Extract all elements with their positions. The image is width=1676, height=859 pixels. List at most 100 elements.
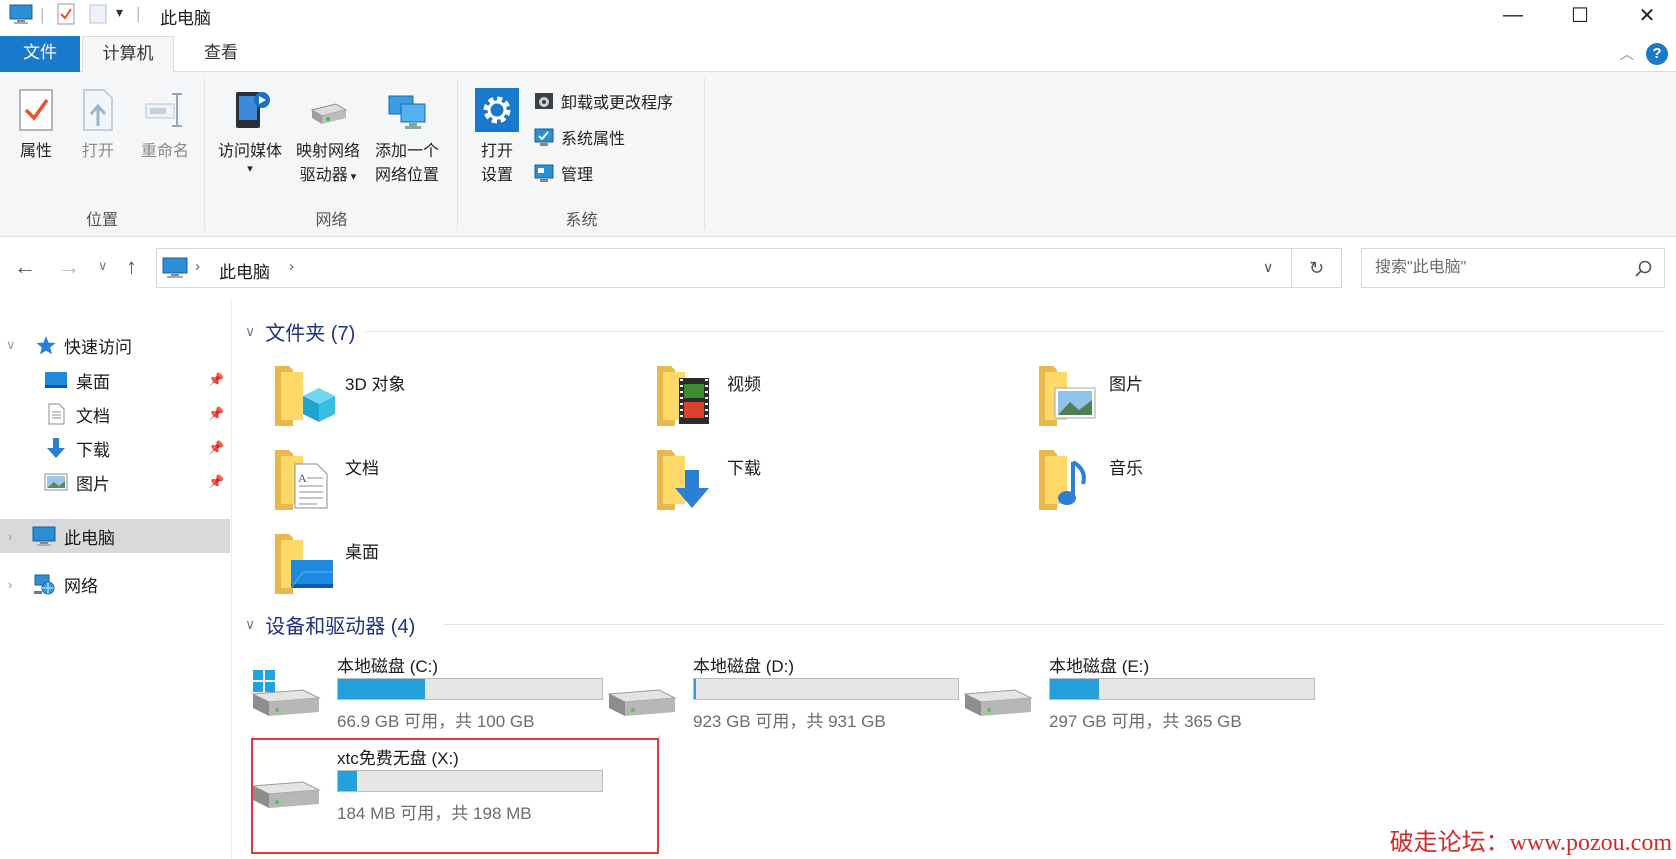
open-button[interactable]: 打开	[72, 86, 124, 164]
drives-section-title: 设备和驱动器 (4)	[265, 615, 416, 638]
minimize-icon: —	[1503, 3, 1523, 26]
drive-space-info: 297 GB 可用，共 365 GB	[1049, 712, 1242, 731]
folder-tile-desktop[interactable]: 桌面	[273, 528, 633, 604]
nav-item-downloads[interactable]: 下载 📌	[0, 431, 230, 465]
folder-tile-pictures[interactable]: 图片	[1037, 360, 1397, 436]
folder-tile-documents[interactable]: A 文档	[273, 444, 633, 520]
folder-label: 文档	[345, 459, 379, 478]
pin-icon[interactable]: 📌	[208, 372, 224, 388]
collapsed-chevron-icon[interactable]: ›	[8, 577, 12, 592]
pin-icon[interactable]: 📌	[208, 440, 224, 456]
folder-tile-music[interactable]: 音乐	[1037, 444, 1397, 520]
collapsed-chevron-icon[interactable]: ›	[8, 529, 12, 544]
rename-button[interactable]: 重命名	[134, 86, 196, 164]
recent-locations-icon[interactable]: ∨	[98, 258, 108, 274]
new-folder-icon[interactable]	[88, 3, 108, 30]
folder-tile-3d-objects[interactable]: 3D 对象	[273, 360, 633, 436]
nav-item-label: 桌面	[76, 372, 110, 392]
nav-this-pc[interactable]: › 此电脑	[0, 519, 230, 553]
quick-access-label: 快速访问	[64, 337, 132, 357]
close-button[interactable]: ✕	[1612, 0, 1676, 30]
folder-tile-downloads[interactable]: 下载	[655, 444, 1015, 520]
search-icon[interactable]	[1634, 259, 1654, 279]
nav-network[interactable]: › 网络	[0, 567, 230, 601]
drive-c[interactable]: 本地磁盘 (C:) 66.9 GB 可用，共 100 GB	[251, 652, 631, 742]
system-properties-button[interactable]: 系统属性	[533, 124, 625, 150]
manage-button[interactable]: 管理	[533, 160, 593, 186]
rename-label: 重命名	[140, 143, 189, 160]
title-bar: | ▾ | 此电脑 — ☐ ✕	[0, 0, 1676, 30]
drive-name: 本地磁盘 (E:)	[1049, 657, 1150, 676]
drive-e[interactable]: 本地磁盘 (E:) 297 GB 可用，共 365 GB	[963, 652, 1343, 742]
download-arrow-icon	[47, 438, 65, 458]
desktop-folder-icon	[275, 534, 333, 594]
drive-d[interactable]: 本地磁盘 (D:) 923 GB 可用，共 931 GB	[607, 652, 987, 742]
folder-label: 音乐	[1109, 459, 1143, 478]
computer-icon	[162, 257, 188, 278]
drive-space-info: 923 GB 可用，共 931 GB	[693, 712, 886, 731]
computer-icon	[32, 526, 56, 546]
downloads-folder-icon	[657, 450, 709, 510]
drive-usage-fill	[338, 679, 426, 699]
properties-button[interactable]: 属性	[10, 86, 62, 164]
navigation-pane: ∨ 快速访问 桌面 📌 文档 📌 下载 📌 图片 📌 › 此电脑 › 网络	[0, 300, 232, 859]
open-settings-button[interactable]: 打开 设置	[471, 86, 523, 188]
forward-arrow-icon[interactable]: →	[58, 254, 80, 280]
chevron-down-icon[interactable]: ∨	[245, 616, 255, 633]
help-button[interactable]: ?	[1646, 43, 1668, 65]
drive-usage-bar	[693, 678, 959, 700]
drives-section-header[interactable]: ∨ 设备和驱动器 (4)	[245, 607, 415, 641]
back-arrow-icon[interactable]: ←	[14, 254, 36, 280]
network-group-label: 网络	[315, 212, 348, 229]
folders-section-header[interactable]: ∨ 文件夹 (7)	[245, 314, 355, 348]
search-input[interactable]	[1362, 249, 1622, 287]
ribbon: 属性 打开 重命名 位置 访问媒体 ▾ 映射网络 驱动器 ▾ 添加一个 网络位置…	[0, 72, 1676, 237]
svg-text:A: A	[298, 471, 307, 485]
drive-name: 本地磁盘 (C:)	[337, 657, 439, 676]
nav-item-label: 下载	[76, 440, 110, 460]
highlight-box	[251, 738, 659, 854]
uninstall-program-button[interactable]: 卸载或更改程序	[533, 88, 673, 114]
tab-file[interactable]: 文件	[0, 36, 80, 72]
access-media-button[interactable]: 访问媒体 ▾	[212, 86, 288, 175]
system-properties-label: 系统属性	[561, 131, 626, 148]
refresh-button[interactable]: ↻	[1292, 248, 1342, 288]
add-network-location-button[interactable]: 添加一个 网络位置	[368, 86, 446, 188]
nav-item-pictures[interactable]: 图片 📌	[0, 465, 230, 499]
drive-usage-fill	[1050, 679, 1100, 699]
location-group-label: 位置	[85, 212, 118, 229]
collapse-ribbon-icon[interactable]: ︿	[1620, 44, 1634, 64]
nav-quick-access[interactable]: ∨ 快速访问	[0, 328, 230, 362]
nav-item-desktop[interactable]: 桌面 📌	[0, 363, 230, 397]
customize-toolbar-icon[interactable]: ▾	[116, 4, 123, 21]
chevron-down-icon[interactable]: ∨	[245, 323, 255, 340]
tab-view[interactable]: 查看	[186, 36, 256, 72]
nav-item-documents[interactable]: 文档 📌	[0, 397, 230, 431]
folder-tile-videos[interactable]: 视频	[655, 360, 1015, 436]
breadcrumb-chevron-icon[interactable]: ›	[195, 258, 200, 275]
properties-icon[interactable]	[56, 3, 76, 30]
system-group-label: 系统	[565, 212, 598, 229]
system-properties-icon	[534, 128, 554, 146]
network-label: 网络	[64, 576, 98, 596]
map-network-drive-button[interactable]: 映射网络 驱动器 ▾	[290, 86, 366, 189]
breadcrumb-this-pc[interactable]: 此电脑	[219, 258, 270, 283]
address-dropdown-icon[interactable]: ∨	[1263, 259, 1273, 276]
pin-icon[interactable]: 📌	[208, 474, 224, 490]
folder-label: 下载	[727, 459, 761, 478]
music-folder-icon	[1039, 450, 1086, 510]
open-label: 打开	[81, 143, 114, 160]
address-bar[interactable]: › 此电脑 › ∨	[156, 248, 1292, 288]
computer-icon	[8, 3, 34, 30]
maximize-button[interactable]: ☐	[1545, 0, 1615, 30]
pin-icon[interactable]: 📌	[208, 406, 224, 422]
expanded-chevron-icon[interactable]: ∨	[6, 337, 16, 353]
search-box[interactable]	[1361, 248, 1665, 288]
tab-computer[interactable]: 计算机	[82, 36, 174, 73]
up-arrow-icon[interactable]: ↑	[126, 254, 137, 280]
add-location-label-line2: 网络位置	[374, 167, 439, 184]
breadcrumb-chevron-icon[interactable]: ›	[289, 258, 294, 275]
properties-icon	[19, 89, 53, 131]
gear-icon	[475, 88, 519, 132]
minimize-button[interactable]: —	[1478, 0, 1548, 30]
